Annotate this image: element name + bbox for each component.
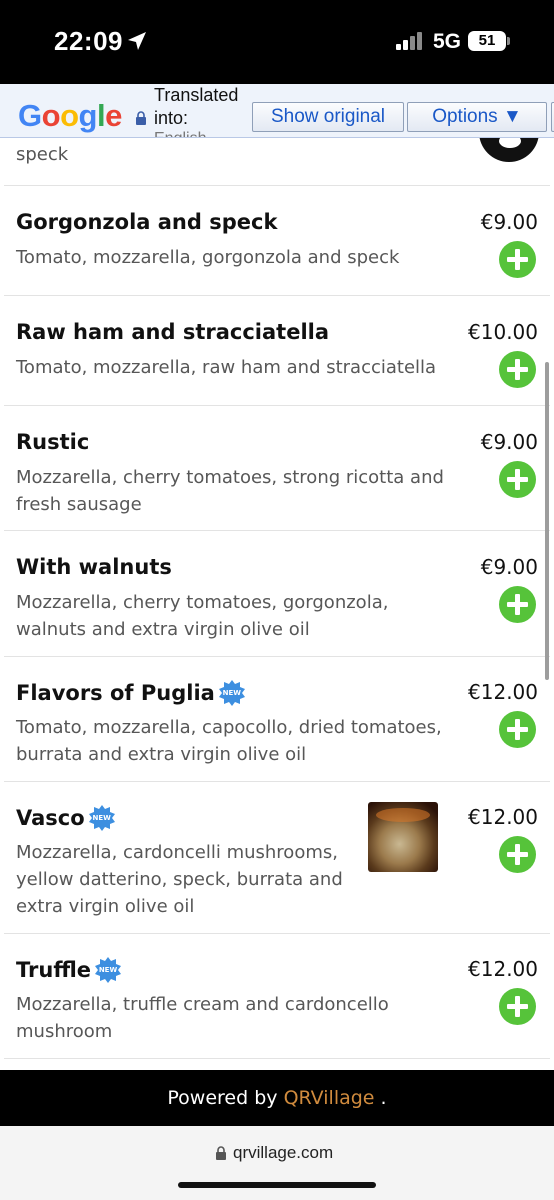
add-to-cart-icon[interactable] [499,461,536,498]
new-badge: NEW [218,680,245,706]
divider [4,933,550,934]
item-name: Vasco NEW [16,805,115,831]
item-price: €12.00 [468,957,538,981]
google-translate-bar: Google Translated into: English Show ori… [0,84,554,138]
home-indicator[interactable] [178,1182,376,1188]
item-name: Rustic [16,430,90,454]
lock-icon [216,1146,226,1160]
show-original-button[interactable]: Show original [252,102,404,132]
new-badge: NEW [88,805,115,831]
item-description: Mozzarella, truffle cream and cardoncell… [16,994,389,1042]
translated-into-label: Translated [154,85,239,105]
powered-by-suffix: . [374,1087,387,1109]
item-price: €12.00 [468,805,538,829]
location-arrow-icon [128,32,146,50]
signal-icon [396,32,426,50]
divider [4,781,550,782]
options-button[interactable]: Options ▼ [407,102,547,132]
qrvillage-link[interactable]: QRVillage [284,1087,375,1109]
item-description: Mozzarella, cherry tomatoes, strong rico… [16,467,444,515]
add-to-cart-icon[interactable] [499,988,536,1025]
url-text[interactable]: qrvillage.com [233,1143,333,1163]
menu-list: speck Gorgonzola and speck Tomato, mozza… [0,138,554,1070]
add-to-cart-icon[interactable] [499,351,536,388]
battery-tip [507,37,510,45]
add-to-cart-icon[interactable] [499,586,536,623]
network-type: 5G [433,30,462,53]
item-description: Mozzarella, cherry tomatoes, gorgonzola,… [16,592,389,640]
item-description: Tomato, mozzarella, capocollo, dried tom… [16,717,442,765]
item-name: With walnuts [16,555,172,579]
divider [4,185,550,186]
target-language[interactable]: English [154,130,206,137]
item-name: Raw ham and stracciatella [16,320,330,344]
browser-address-bar[interactable]: qrvillage.com [0,1126,554,1200]
translated-into-label-2: into: [154,108,189,128]
item-name: Flavors of Puglia NEW [16,680,245,706]
item-description: Tomato, mozzarella, gorgonzola and speck [16,247,400,268]
divider [4,1058,550,1059]
item-description: speck [16,144,69,165]
item-thumbnail[interactable] [368,802,438,872]
divider [4,530,550,531]
divider [4,295,550,296]
item-description: Mozzarella, cardoncelli mushrooms, yello… [16,842,343,917]
powered-by-footer: Powered by QRVillage . [0,1070,554,1126]
powered-by-label: Powered by [167,1087,284,1109]
new-badge: NEW [95,957,122,983]
add-to-cart-icon[interactable] [499,836,536,873]
add-to-cart-icon[interactable] [499,241,536,278]
item-price: €10.00 [468,320,538,344]
item-thumbnail[interactable] [479,138,539,162]
item-price: €9.00 [480,555,538,579]
lock-icon [136,111,146,125]
item-description: Tomato, mozzarella, raw ham and straccia… [16,357,437,378]
google-logo: Google [18,98,122,133]
divider [4,656,550,657]
scrollbar[interactable] [545,362,549,680]
add-to-cart-icon[interactable] [499,711,536,748]
status-bar: 22:09 5G 51 [0,0,554,84]
battery-icon: 51 [468,31,506,51]
status-time: 22:09 [54,26,123,56]
item-price: €9.00 [480,430,538,454]
item-price: €12.00 [468,680,538,704]
item-price: €9.00 [480,210,538,234]
item-name: Gorgonzola and speck [16,210,278,234]
divider [4,405,550,406]
item-name: Truffle NEW [16,957,122,983]
